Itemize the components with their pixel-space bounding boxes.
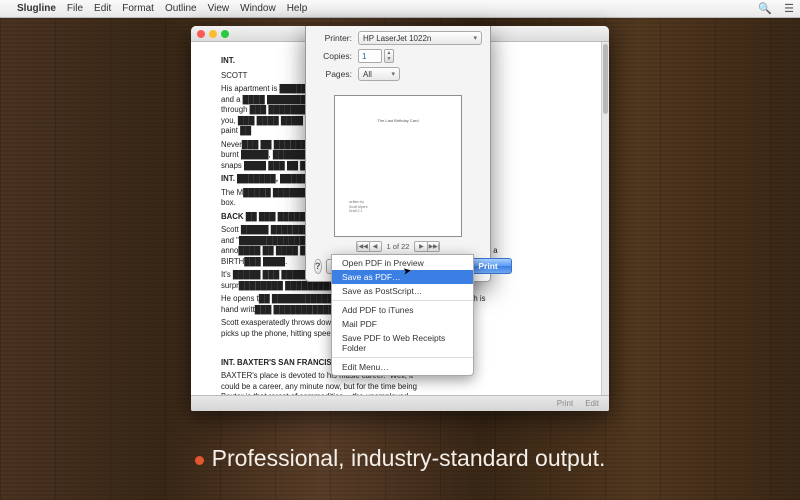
menu-window[interactable]: Window <box>240 3 276 14</box>
menu-outline[interactable]: Outline <box>165 3 197 14</box>
menu-separator <box>332 300 473 301</box>
spotlight-icon[interactable]: 🔍 <box>758 2 772 15</box>
prev-page-button[interactable]: ◀ <box>369 241 382 252</box>
window-footer: Print Edit <box>191 395 609 411</box>
page-indicator: 1 of 22 <box>387 242 410 251</box>
next-page-button[interactable]: ▶ <box>414 241 427 252</box>
printer-select[interactable]: HP LaserJet 1022n <box>358 31 482 45</box>
scroll-thumb[interactable] <box>603 44 608 114</box>
menu-web-receipts[interactable]: Save PDF to Web Receipts Folder <box>332 331 473 355</box>
scrollbar[interactable] <box>601 42 609 395</box>
marketing-tagline: Professional, industry-standard output. <box>0 445 800 472</box>
preview-title: The Last Birthday Card <box>349 118 447 123</box>
last-page-button[interactable]: ▶▶| <box>427 241 440 252</box>
bullet-icon <box>195 456 204 465</box>
preview-pager: |◀◀ ◀ 1 of 22 ▶ ▶▶| <box>306 241 490 252</box>
footer-print-toggle[interactable]: Print <box>557 399 573 408</box>
menu-separator <box>332 357 473 358</box>
menu-extra-icon[interactable]: ☰ <box>784 2 794 15</box>
menu-save-postscript[interactable]: Save as PostScript… <box>332 284 473 298</box>
print-preview: The Last Birthday Card written by Scott … <box>334 95 462 237</box>
menu-mail-pdf[interactable]: Mail PDF <box>332 317 473 331</box>
menu-edit-menu[interactable]: Edit Menu… <box>332 360 473 374</box>
menu-edit[interactable]: Edit <box>94 3 111 14</box>
pages-select[interactable]: All <box>358 67 400 81</box>
print-dialog: Printer: HP LaserJet 1022n Copies: 1 ▲▼ … <box>305 26 491 282</box>
pages-label: Pages: <box>314 69 352 79</box>
preview-body: written by Scott Myers Draft 2.1 <box>349 200 367 214</box>
menubar: Slugline File Edit Format Outline View W… <box>0 0 800 18</box>
app-menu[interactable]: Slugline <box>17 3 56 14</box>
menu-file[interactable]: File <box>67 3 83 14</box>
menu-view[interactable]: View <box>208 3 230 14</box>
printer-label: Printer: <box>314 33 352 43</box>
copies-label: Copies: <box>314 51 352 61</box>
menu-help[interactable]: Help <box>287 3 308 14</box>
first-page-button[interactable]: |◀◀ <box>356 241 369 252</box>
copies-stepper[interactable]: ▲▼ <box>384 49 394 63</box>
footer-edit-toggle[interactable]: Edit <box>585 399 599 408</box>
help-button[interactable]: ? <box>314 259 322 274</box>
menu-add-to-itunes[interactable]: Add PDF to iTunes <box>332 303 473 317</box>
menu-format[interactable]: Format <box>122 3 154 14</box>
cursor-icon: ➤ <box>402 265 412 277</box>
copies-input[interactable]: 1 <box>358 49 382 63</box>
